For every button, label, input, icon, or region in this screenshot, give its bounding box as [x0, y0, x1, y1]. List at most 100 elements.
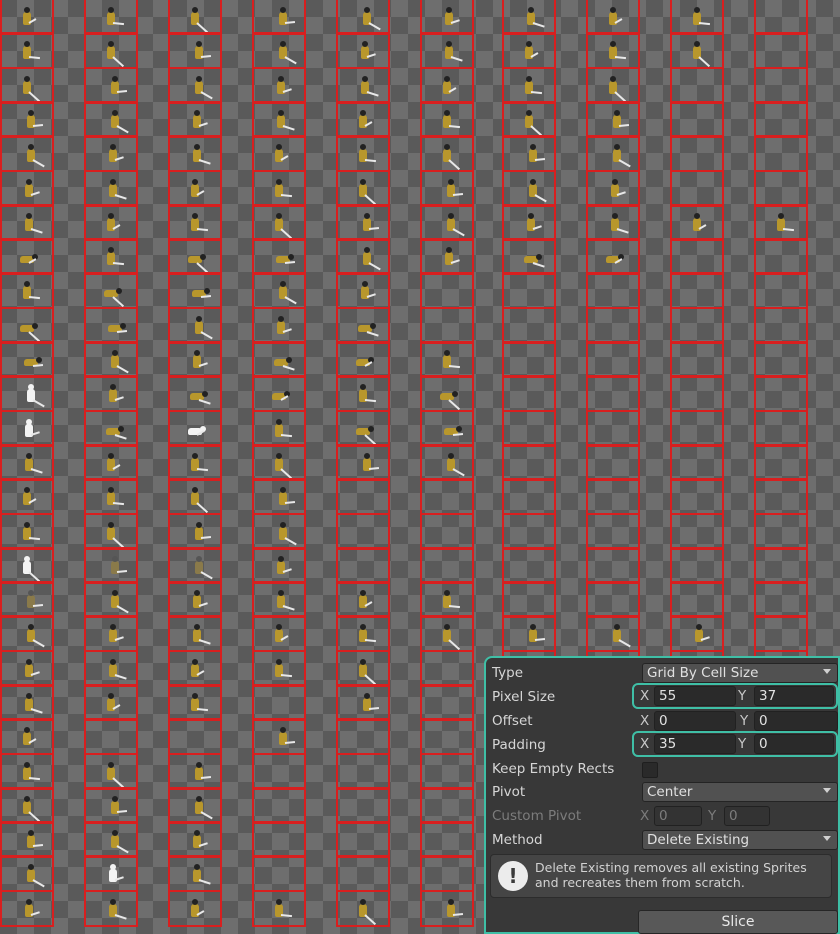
- slice-rect[interactable]: [670, 513, 724, 550]
- slice-rect[interactable]: [670, 375, 724, 412]
- padding-x-field[interactable]: 35: [654, 734, 736, 754]
- slice-rect[interactable]: [754, 135, 808, 172]
- slice-rect[interactable]: [336, 753, 390, 790]
- slice-rect[interactable]: [754, 410, 808, 447]
- slice-rect[interactable]: [420, 307, 474, 344]
- slice-rect[interactable]: [586, 410, 640, 447]
- slice-rect[interactable]: [336, 855, 390, 892]
- slice-rect[interactable]: [586, 547, 640, 584]
- sprite-frame: [354, 898, 377, 926]
- offset-x-field[interactable]: 0: [654, 711, 736, 731]
- sprite-frame: [18, 555, 41, 583]
- type-dropdown[interactable]: Grid By Cell Size: [642, 663, 838, 683]
- slice-rect[interactable]: [168, 718, 222, 755]
- slice-rect[interactable]: [502, 307, 556, 344]
- slice-rect[interactable]: [420, 650, 474, 687]
- slice-rect[interactable]: [586, 375, 640, 412]
- slice-rect[interactable]: [420, 513, 474, 550]
- sprite-frame: [190, 315, 213, 340]
- slice-rect[interactable]: [252, 821, 306, 858]
- slice-rect[interactable]: [754, 238, 808, 275]
- slice-rect[interactable]: [670, 238, 724, 275]
- slice-rect[interactable]: [586, 444, 640, 481]
- slice-rect[interactable]: [586, 272, 640, 309]
- slice-rect[interactable]: [754, 272, 808, 309]
- pixel-size-x-field[interactable]: 55: [654, 686, 736, 706]
- slice-rect[interactable]: [670, 272, 724, 309]
- slice-rect[interactable]: [586, 513, 640, 550]
- slice-rect[interactable]: [670, 478, 724, 515]
- slice-rect[interactable]: [420, 718, 474, 755]
- slice-rect[interactable]: [754, 444, 808, 481]
- slice-rect[interactable]: [754, 170, 808, 207]
- slice-rect[interactable]: [754, 615, 808, 652]
- sprite-frame: [104, 898, 127, 920]
- slice-rect[interactable]: [754, 478, 808, 515]
- slice-rect[interactable]: [670, 341, 724, 378]
- pixel-size-y-field[interactable]: 37: [754, 686, 834, 706]
- slice-rect[interactable]: [252, 753, 306, 790]
- method-dropdown[interactable]: Delete Existing: [642, 830, 838, 850]
- slice-rect[interactable]: [252, 787, 306, 824]
- slice-rect[interactable]: [754, 32, 808, 69]
- slice-rect[interactable]: [420, 821, 474, 858]
- slice-rect[interactable]: [670, 67, 724, 104]
- slice-rect[interactable]: [502, 375, 556, 412]
- slice-rect[interactable]: [670, 170, 724, 207]
- slice-rect[interactable]: [670, 410, 724, 447]
- slice-rect[interactable]: [252, 855, 306, 892]
- sprite-frame: [102, 521, 125, 549]
- padding-y-field[interactable]: 0: [754, 734, 834, 754]
- slice-rect[interactable]: [336, 718, 390, 755]
- slice-rect[interactable]: [754, 307, 808, 344]
- slice-rect[interactable]: [502, 272, 556, 309]
- slice-rect[interactable]: [502, 410, 556, 447]
- slice-rect[interactable]: [336, 821, 390, 858]
- slice-rect[interactable]: [336, 478, 390, 515]
- slice-rect[interactable]: [670, 547, 724, 584]
- slice-rect[interactable]: [420, 753, 474, 790]
- slice-rect[interactable]: [336, 547, 390, 584]
- keep-empty-checkbox[interactable]: [642, 762, 658, 778]
- slice-rect[interactable]: [586, 307, 640, 344]
- sprite-frame: [104, 418, 127, 440]
- slice-rect[interactable]: [84, 718, 138, 755]
- sprite-frame: [440, 6, 460, 28]
- slice-rect[interactable]: [670, 101, 724, 138]
- slice-rect[interactable]: [420, 547, 474, 584]
- sprite-frame: [442, 452, 465, 477]
- slice-rect[interactable]: [754, 547, 808, 584]
- slice-rect[interactable]: [336, 787, 390, 824]
- slice-rect[interactable]: [336, 513, 390, 550]
- slice-rect[interactable]: [586, 581, 640, 618]
- slice-rect[interactable]: [420, 684, 474, 721]
- slice-rect[interactable]: [754, 375, 808, 412]
- slice-rect[interactable]: [420, 787, 474, 824]
- slice-rect[interactable]: [670, 135, 724, 172]
- slice-rect[interactable]: [420, 478, 474, 515]
- slice-rect[interactable]: [420, 855, 474, 892]
- slice-rect[interactable]: [754, 0, 808, 35]
- slice-rect[interactable]: [670, 581, 724, 618]
- slice-rect[interactable]: [754, 581, 808, 618]
- slice-rect[interactable]: [502, 444, 556, 481]
- slice-rect[interactable]: [670, 307, 724, 344]
- slice-rect[interactable]: [754, 513, 808, 550]
- slice-rect[interactable]: [586, 341, 640, 378]
- slice-rect[interactable]: [420, 272, 474, 309]
- slice-rect[interactable]: [502, 547, 556, 584]
- slice-rect[interactable]: [502, 581, 556, 618]
- sprite-frame: [604, 75, 627, 103]
- slice-rect[interactable]: [252, 684, 306, 721]
- slice-rect[interactable]: [754, 67, 808, 104]
- offset-y-field[interactable]: 0: [754, 711, 838, 731]
- slice-rect[interactable]: [754, 341, 808, 378]
- slice-rect[interactable]: [502, 341, 556, 378]
- slice-button[interactable]: Slice: [638, 910, 838, 934]
- slice-rect[interactable]: [670, 444, 724, 481]
- slice-rect[interactable]: [502, 513, 556, 550]
- slice-rect[interactable]: [754, 101, 808, 138]
- pivot-dropdown[interactable]: Center: [642, 782, 838, 802]
- slice-rect[interactable]: [586, 478, 640, 515]
- slice-rect[interactable]: [502, 478, 556, 515]
